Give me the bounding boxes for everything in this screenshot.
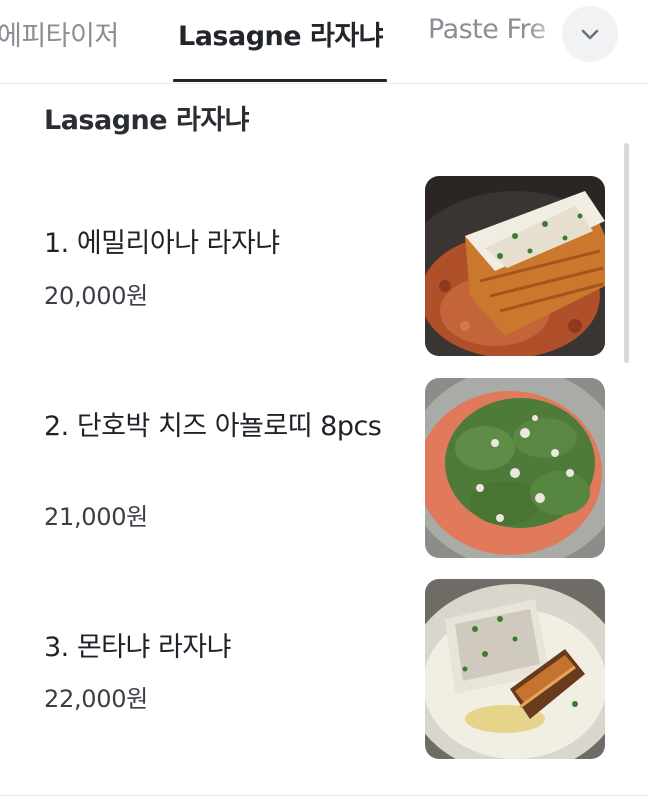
tab-appetizer[interactable]: 에피타이저 bbox=[0, 14, 119, 53]
scrollbar[interactable] bbox=[624, 143, 629, 363]
active-tab-indicator bbox=[173, 79, 387, 82]
menu-item-price: 20,000원 bbox=[44, 282, 148, 310]
chevron-down-icon bbox=[581, 29, 599, 40]
section-title: Lasagne 라자냐 bbox=[44, 105, 250, 136]
list-bottom-divider bbox=[0, 795, 648, 796]
more-categories-button[interactable] bbox=[562, 6, 618, 62]
menu-item-photo[interactable] bbox=[425, 579, 605, 759]
menu-item-price: 22,000원 bbox=[44, 685, 148, 713]
category-tab-bar: 에피타이저 Lasagne 라자냐 Paste Fre bbox=[0, 0, 648, 84]
menu-item-name: 2. 단호박 치즈 아뇰로띠 8pcs bbox=[44, 411, 382, 442]
menu-item-price: 21,000원 bbox=[44, 503, 148, 531]
menu-item-photo[interactable] bbox=[425, 176, 605, 356]
menu-item-photo[interactable] bbox=[425, 378, 605, 558]
menu-item-name: 1. 에밀리아나 라자냐 bbox=[44, 228, 280, 259]
tab-lasagne[interactable]: Lasagne 라자냐 bbox=[178, 14, 384, 53]
menu-item-name: 3. 몬타냐 라자냐 bbox=[44, 632, 231, 663]
